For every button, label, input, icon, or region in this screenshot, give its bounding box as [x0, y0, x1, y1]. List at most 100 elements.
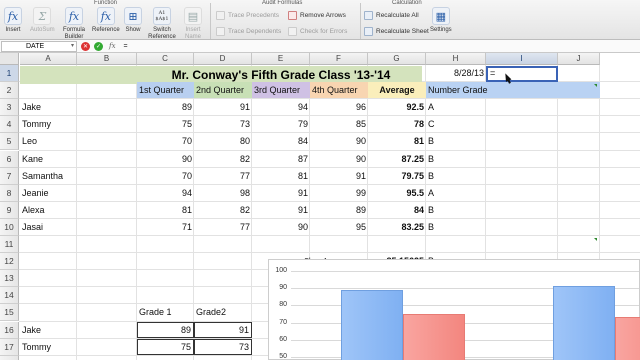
row-header-7[interactable]: 7	[0, 167, 19, 185]
q3-score[interactable]: 79	[252, 116, 310, 132]
row-header-5[interactable]: 5	[0, 133, 19, 151]
check-errors-button[interactable]: Check for Errors	[288, 27, 347, 36]
average-score[interactable]: 81	[368, 133, 426, 149]
column-header-b[interactable]: B	[77, 53, 137, 65]
row-header-12[interactable]: 12	[0, 253, 19, 271]
average-score[interactable]: 83.25	[368, 219, 426, 235]
header-3rd-quarter[interactable]: 3rd Quarter	[252, 82, 310, 99]
q2-score[interactable]: 73	[194, 116, 252, 132]
student-name[interactable]: Samantha	[20, 168, 77, 184]
chart-bar-tommy-series-2[interactable]	[615, 317, 640, 360]
q1-score[interactable]: 71	[137, 219, 194, 235]
q3-score[interactable]: 84	[252, 133, 310, 149]
q1-score[interactable]: 81	[137, 202, 194, 218]
row-header-13[interactable]: 13	[0, 270, 19, 288]
student-name[interactable]: Jeanie	[20, 185, 77, 201]
q1-score[interactable]: 94	[137, 185, 194, 201]
q1-score[interactable]: 90	[137, 151, 194, 167]
letter-grade[interactable]: B	[426, 219, 486, 235]
select-all-corner[interactable]	[0, 53, 19, 65]
row-header-2[interactable]: 2	[0, 82, 19, 100]
q4-score[interactable]: 96	[310, 99, 368, 115]
trace-precedents-button[interactable]: Trace Precedents	[216, 11, 279, 20]
letter-grade[interactable]: B	[426, 202, 486, 218]
insert-name-button[interactable]: ▤ Insert Name	[182, 7, 204, 41]
cancel-icon[interactable]: ✕	[81, 41, 90, 51]
q2-score[interactable]: 91	[194, 99, 252, 115]
row-header-11[interactable]: 11	[0, 236, 19, 254]
confirm-icon[interactable]: ✓	[94, 41, 103, 51]
mini-student-name[interactable]: Jake	[20, 322, 77, 338]
mini-grade2[interactable]: 91	[194, 321, 252, 338]
row-header-18[interactable]: 18	[0, 355, 19, 360]
chevron-down-icon[interactable]: ▾	[71, 42, 74, 51]
q4-score[interactable]: 90	[310, 133, 368, 149]
switch-reference-button[interactable]: A1 $A$1 Switch Reference	[148, 7, 176, 41]
letter-grade[interactable]: B	[426, 168, 486, 184]
q1-score[interactable]: 89	[137, 99, 194, 115]
name-box[interactable]: DATE ▾	[1, 40, 77, 52]
q2-score[interactable]: 98	[194, 185, 252, 201]
student-name[interactable]: Jake	[20, 99, 77, 115]
column-header-d[interactable]: D	[194, 53, 252, 65]
row-header-15[interactable]: 15	[0, 304, 19, 322]
header-2nd-quarter[interactable]: 2nd Quarter	[194, 82, 252, 99]
q3-score[interactable]: 91	[252, 185, 310, 201]
q3-score[interactable]: 81	[252, 168, 310, 184]
q4-score[interactable]: 90	[310, 151, 368, 167]
q3-score[interactable]: 94	[252, 99, 310, 115]
reference-button[interactable]: fx Reference	[92, 7, 120, 34]
mini-student-name[interactable]: Tommy	[20, 339, 77, 355]
student-name[interactable]: Alexa	[20, 202, 77, 218]
row-header-1[interactable]: 1	[0, 65, 19, 83]
show-button[interactable]: ⊞ Show	[124, 7, 142, 34]
header-4th-quarter[interactable]: 4th Quarter	[310, 82, 368, 99]
mini-header[interactable]: Grade2	[194, 304, 252, 320]
q4-score[interactable]: 89	[310, 202, 368, 218]
column-header-g[interactable]: G	[368, 53, 426, 65]
column-header-e[interactable]: E	[252, 53, 310, 65]
autosum-button[interactable]: Σ AutoSum	[30, 7, 55, 34]
chart-bar-jake-series-1[interactable]	[341, 289, 403, 360]
average-score[interactable]: 79.75	[368, 168, 426, 184]
student-name[interactable]: Kane	[20, 151, 77, 167]
recalculate-sheet-button[interactable]: Recalculate Sheet	[364, 27, 429, 36]
q1-score[interactable]: 75	[137, 116, 194, 132]
average-score[interactable]: 95.5	[368, 185, 426, 201]
formula-input[interactable]: =	[124, 43, 128, 50]
letter-grade[interactable]: B	[426, 133, 486, 149]
row-header-9[interactable]: 9	[0, 201, 19, 219]
chart-bar-jake-series-2[interactable]	[403, 314, 465, 360]
student-name[interactable]: Leo	[20, 133, 77, 149]
recalculate-all-button[interactable]: Recalculate All	[364, 11, 419, 20]
average-score[interactable]: 78	[368, 116, 426, 132]
q4-score[interactable]: 91	[310, 168, 368, 184]
average-score[interactable]: 84	[368, 202, 426, 218]
letter-grade[interactable]: A	[426, 99, 486, 115]
q3-score[interactable]: 90	[252, 219, 310, 235]
row-header-17[interactable]: 17	[0, 338, 19, 356]
formula-builder-button[interactable]: fx Formula Builder	[62, 7, 86, 41]
q2-score[interactable]: 82	[194, 151, 252, 167]
q1-score[interactable]: 70	[137, 133, 194, 149]
mini-grade1[interactable]: 89	[137, 321, 194, 338]
q2-score[interactable]: 77	[194, 219, 252, 235]
column-header-c[interactable]: C	[137, 53, 194, 65]
mini-grade1[interactable]: 75	[137, 338, 194, 355]
row-header-8[interactable]: 8	[0, 184, 19, 202]
q2-score[interactable]: 77	[194, 168, 252, 184]
column-header-a[interactable]: A	[20, 53, 77, 65]
column-header-h[interactable]: H	[426, 53, 486, 65]
student-name[interactable]: Jasai	[20, 219, 77, 235]
settings-button[interactable]: ▦ Settings	[430, 7, 452, 34]
mini-grade2[interactable]: 73	[194, 338, 252, 355]
row-header-4[interactable]: 4	[0, 116, 19, 134]
average-score[interactable]: 87.25	[368, 151, 426, 167]
remove-arrows-button[interactable]: Remove Arrows	[288, 11, 346, 20]
column-header-j[interactable]: J	[558, 53, 600, 65]
mini-header[interactable]: Grade 1	[137, 304, 194, 320]
row-header-16[interactable]: 16	[0, 321, 19, 339]
column-header-f[interactable]: F	[310, 53, 368, 65]
q3-score[interactable]: 91	[252, 202, 310, 218]
column-header-i[interactable]: I	[486, 53, 558, 65]
